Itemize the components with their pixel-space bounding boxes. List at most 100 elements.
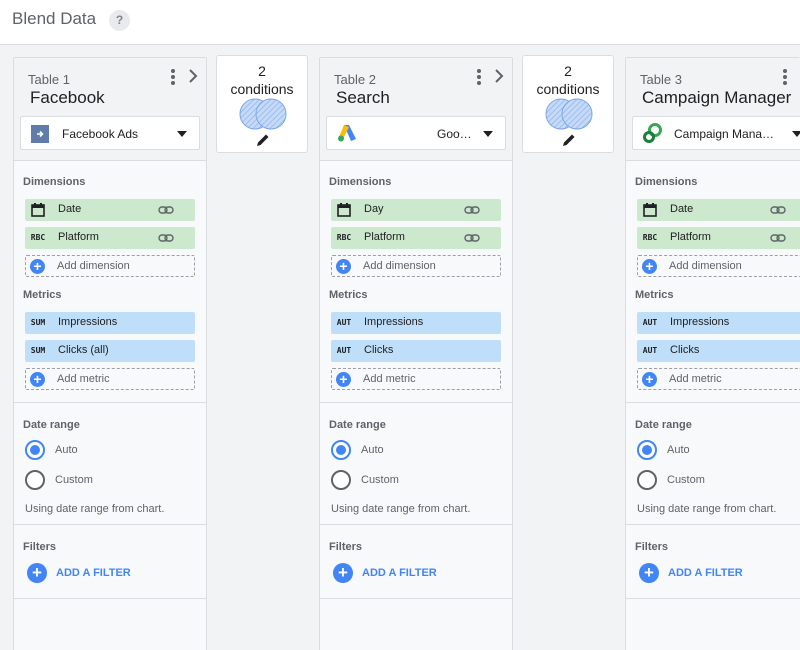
- table-header: Table 2 Search Goo…: [320, 58, 512, 161]
- divider: [14, 402, 206, 403]
- radio-custom[interactable]: [331, 470, 351, 490]
- link-icon: [464, 234, 480, 242]
- radio-custom[interactable]: [637, 470, 657, 490]
- caret-down-icon: [177, 131, 187, 137]
- radio-auto-label: Auto: [55, 444, 78, 456]
- dimension-chip[interactable]: RBC Platform: [25, 227, 195, 249]
- dimension-label: Platform: [364, 231, 405, 243]
- add-metric-button[interactable]: + Add metric: [331, 368, 501, 390]
- metric-chip[interactable]: SUM Clicks (all): [25, 340, 195, 362]
- add-filter-icon[interactable]: +: [27, 563, 47, 583]
- calendar-icon: [31, 203, 45, 217]
- add-icon: +: [642, 372, 657, 387]
- data-source-name: Campaign Mana…: [674, 127, 775, 141]
- more-vert-icon[interactable]: [780, 67, 790, 87]
- add-dimension-button[interactable]: + Add dimension: [637, 255, 800, 277]
- dimension-chip[interactable]: Date: [25, 199, 195, 221]
- radio-custom-label: Custom: [55, 474, 93, 486]
- aggregation-icon: SUM: [30, 346, 46, 355]
- data-source-select[interactable]: Goo…: [326, 116, 506, 150]
- table-label: Table 1: [28, 72, 70, 87]
- filters-label: Filters: [329, 541, 363, 553]
- metric-label: Clicks: [364, 344, 394, 356]
- filters-label: Filters: [635, 541, 669, 553]
- divider: [320, 402, 512, 403]
- dimensions-label: Dimensions: [23, 176, 86, 188]
- add-filter-icon[interactable]: +: [639, 563, 659, 583]
- caret-down-icon: [483, 131, 493, 137]
- add-filter-button[interactable]: ADD A FILTER: [668, 567, 743, 579]
- date-range-label: Date range: [329, 419, 386, 431]
- divider: [626, 402, 800, 403]
- join-condition-label: conditions: [230, 81, 294, 97]
- metrics-label: Metrics: [635, 289, 674, 301]
- more-vert-icon[interactable]: [474, 67, 484, 87]
- radio-auto[interactable]: [331, 440, 351, 460]
- dimension-label: Platform: [670, 231, 711, 243]
- dimension-label: Date: [58, 203, 82, 215]
- dimension-chip[interactable]: Day: [331, 199, 501, 221]
- dimension-chip[interactable]: RBC Platform: [331, 227, 501, 249]
- calendar-icon: [643, 203, 657, 217]
- join-conditions-button[interactable]: 2 conditions: [216, 55, 308, 153]
- table-header: Table 1 Facebook Facebook Ads: [14, 58, 206, 161]
- table-name[interactable]: Facebook: [30, 88, 105, 108]
- divider: [14, 598, 206, 599]
- link-icon: [158, 234, 174, 242]
- add-metric-button[interactable]: + Add metric: [637, 368, 800, 390]
- caret-down-icon: [792, 131, 800, 137]
- dimension-chip[interactable]: Date: [637, 199, 800, 221]
- add-filter-button[interactable]: ADD A FILTER: [56, 567, 131, 579]
- date-range-note: Using date range from chart.: [25, 503, 165, 515]
- text-type-icon: RBC: [30, 233, 46, 242]
- aggregation-icon: SUM: [30, 318, 46, 327]
- dimension-chip[interactable]: RBC Platform: [637, 227, 800, 249]
- add-dimension-button[interactable]: + Add dimension: [25, 255, 195, 277]
- table-label: Table 2: [334, 72, 376, 87]
- add-filter-icon[interactable]: +: [333, 563, 353, 583]
- pencil-icon: [257, 134, 269, 146]
- add-metric-button[interactable]: + Add metric: [25, 368, 195, 390]
- add-filter-button[interactable]: ADD A FILTER: [362, 567, 437, 579]
- dialog-title: Blend Data: [12, 9, 97, 28]
- radio-custom[interactable]: [25, 470, 45, 490]
- table-name[interactable]: Search: [336, 88, 390, 108]
- metric-chip[interactable]: AUT Clicks: [331, 340, 501, 362]
- venn-diagram-icon: [545, 98, 593, 130]
- dimension-label: Platform: [58, 231, 99, 243]
- table-panel-1: Table 1 Facebook Facebook Ads Dimensions…: [13, 57, 207, 650]
- more-vert-icon[interactable]: [168, 67, 178, 87]
- date-range-label: Date range: [23, 419, 80, 431]
- metrics-label: Metrics: [329, 289, 368, 301]
- table-name[interactable]: Campaign Manager: [642, 88, 791, 108]
- metric-chip[interactable]: SUM Impressions: [25, 312, 195, 334]
- radio-custom-label: Custom: [667, 474, 705, 486]
- aggregation-icon: AUT: [336, 318, 352, 327]
- link-icon: [158, 206, 174, 214]
- metric-chip[interactable]: AUT Clicks: [637, 340, 800, 362]
- radio-auto[interactable]: [25, 440, 45, 460]
- date-range-note: Using date range from chart.: [331, 503, 471, 515]
- table-body: Dimensions Date RBC Platform + Add dimen…: [14, 161, 206, 650]
- aggregation-icon: AUT: [642, 318, 658, 327]
- data-source-select[interactable]: Campaign Mana…: [632, 116, 800, 150]
- radio-auto[interactable]: [637, 440, 657, 460]
- add-dimension-label: Add dimension: [669, 260, 742, 272]
- help-icon[interactable]: ?: [109, 10, 130, 31]
- date-range-note: Using date range from chart.: [637, 503, 777, 515]
- metric-chip[interactable]: AUT Impressions: [637, 312, 800, 334]
- data-source-name: Facebook Ads: [62, 127, 139, 141]
- join-condition-count: 2: [258, 63, 266, 79]
- table-panel-2: Table 2 Search Goo… Dimensions Day RBC P…: [319, 57, 513, 650]
- data-source-name: Goo…: [437, 127, 472, 141]
- date-range-label: Date range: [635, 419, 692, 431]
- metric-chip[interactable]: AUT Impressions: [331, 312, 501, 334]
- metric-label: Clicks (all): [58, 344, 109, 356]
- calendar-icon: [337, 203, 351, 217]
- chevron-right-icon[interactable]: [186, 68, 200, 84]
- join-conditions-button[interactable]: 2 conditions: [522, 55, 614, 153]
- add-dimension-button[interactable]: + Add dimension: [331, 255, 501, 277]
- chevron-right-icon[interactable]: [492, 68, 506, 84]
- dimensions-label: Dimensions: [635, 176, 698, 188]
- data-source-select[interactable]: Facebook Ads: [20, 116, 200, 150]
